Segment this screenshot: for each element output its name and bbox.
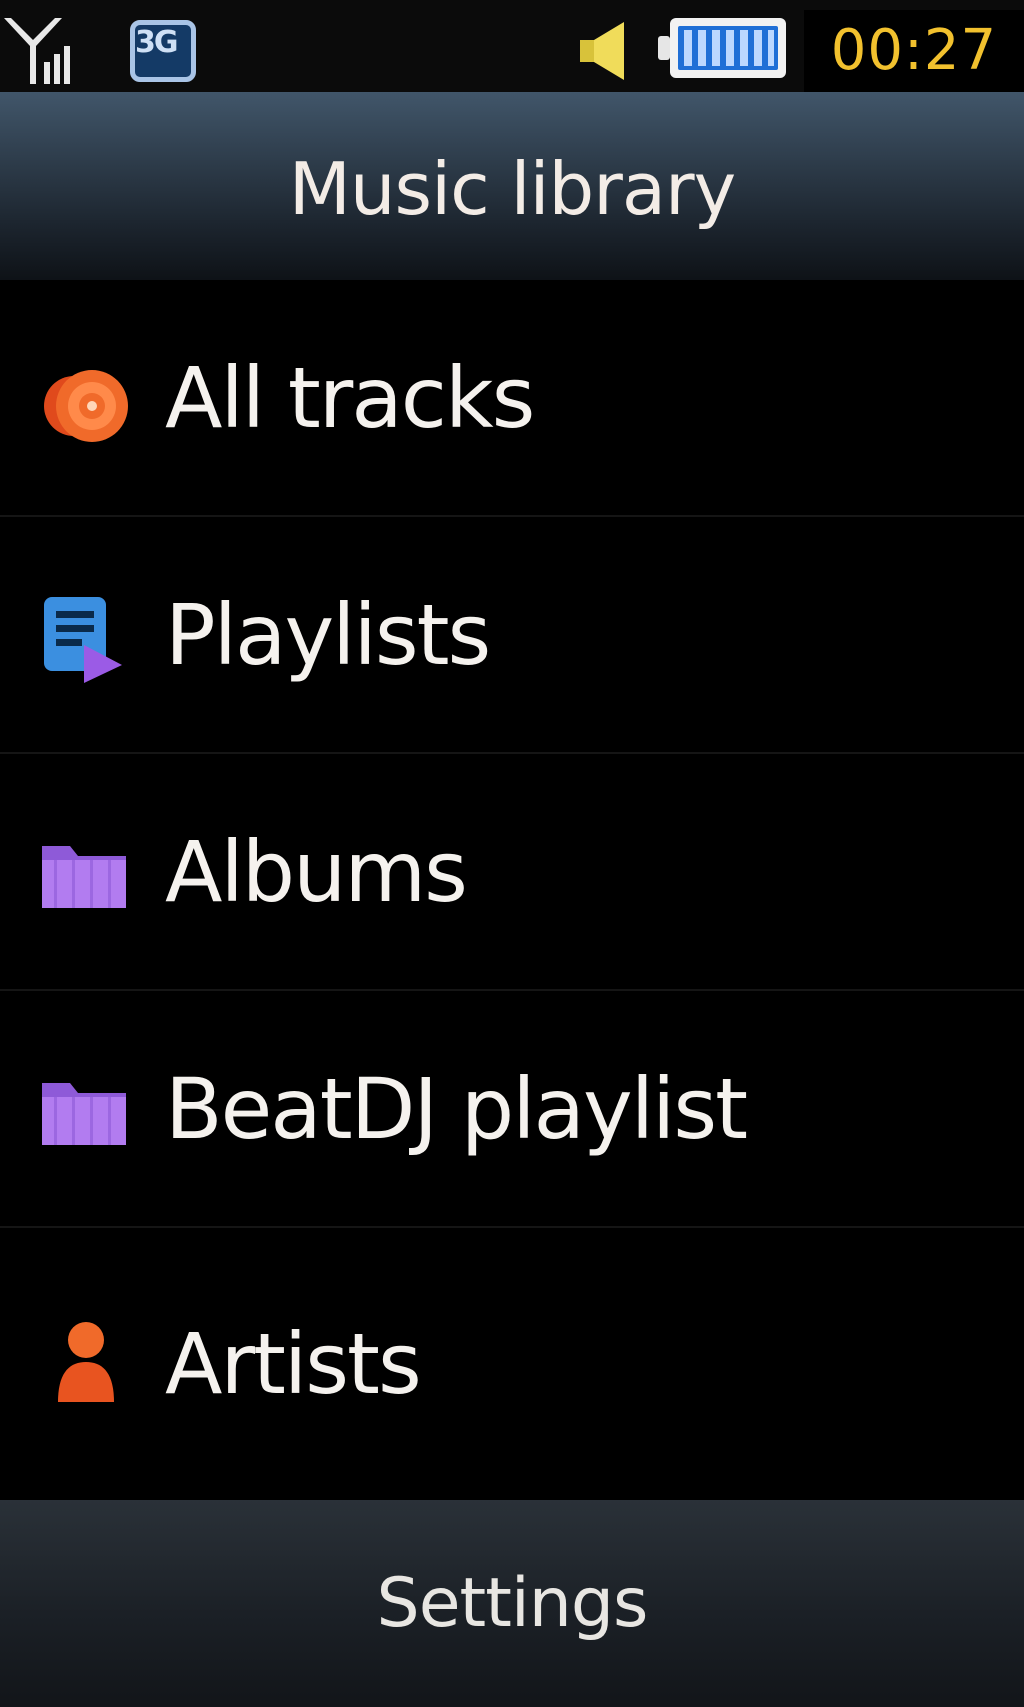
network-3g-icon: 3G <box>130 20 196 82</box>
menu-item-artists[interactable]: Artists <box>0 1228 1024 1500</box>
menu-item-label: Artists <box>165 1315 422 1413</box>
menu-item-label: BeatDJ playlist <box>165 1059 748 1158</box>
menu-item-playlists[interactable]: Playlists <box>0 517 1024 754</box>
settings-button[interactable]: Settings <box>377 1564 649 1643</box>
menu-list: All tracks Playlists Albums BeatDJ playl… <box>0 280 1024 1500</box>
network-type-label: 3G <box>135 25 178 60</box>
header: Music library <box>0 92 1024 280</box>
menu-item-label: All tracks <box>165 348 535 447</box>
person-icon <box>58 1322 114 1402</box>
folder-icon <box>42 846 126 908</box>
menu-item-all-tracks[interactable]: All tracks <box>0 280 1024 517</box>
menu-item-albums[interactable]: Albums <box>0 754 1024 991</box>
menu-item-label: Playlists <box>165 585 491 684</box>
page-title: Music library <box>288 147 736 231</box>
folder-icon <box>42 1083 126 1145</box>
status-bar: 3G 00:27 <box>0 0 1024 92</box>
battery-icon <box>658 18 786 78</box>
volume-icon <box>580 22 624 80</box>
footer-bar: Settings <box>0 1500 1024 1707</box>
disc-icon <box>44 370 128 442</box>
playlist-icon <box>44 597 122 683</box>
clock: 00:27 <box>804 10 1024 92</box>
menu-item-label: Albums <box>165 822 468 921</box>
signal-icon <box>4 18 70 84</box>
menu-item-beatdj-playlist[interactable]: BeatDJ playlist <box>0 991 1024 1228</box>
